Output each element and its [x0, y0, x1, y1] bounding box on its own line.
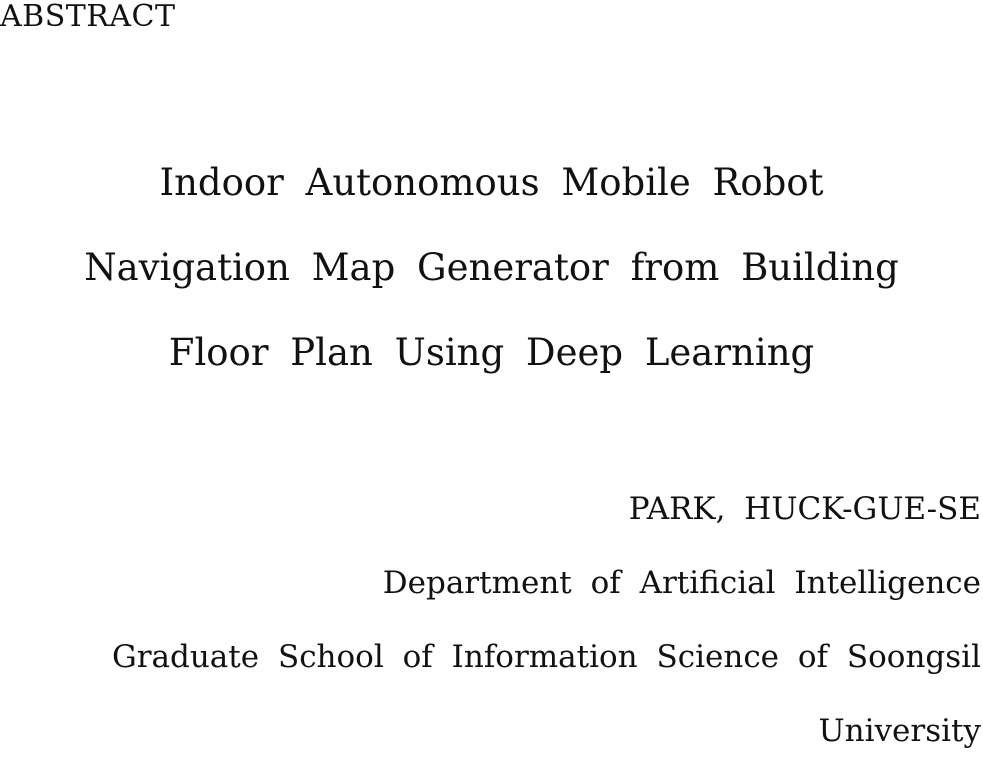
- abstract-page: ABSTRACT Indoor Autonomous Mobile Robot …: [0, 0, 983, 749]
- author-info: PARK, HUCK-GUE-SE Department of Artifici…: [112, 472, 981, 768]
- section-heading: ABSTRACT: [0, 0, 176, 34]
- title-line-2: Navigation Map Generator from Building: [84, 246, 899, 289]
- department: Department of Artificial Intelligence: [382, 565, 981, 601]
- title-line-3: Floor Plan Using Deep Learning: [168, 331, 815, 374]
- graduate-school: Graduate School of Information Science o…: [111, 639, 981, 675]
- author-name: PARK, HUCK-GUE-SE: [628, 491, 981, 527]
- thesis-title: Indoor Autonomous Mobile Robot Navigatio…: [0, 140, 983, 395]
- title-line-1: Indoor Autonomous Mobile Robot: [159, 161, 824, 204]
- university: University: [818, 713, 981, 749]
